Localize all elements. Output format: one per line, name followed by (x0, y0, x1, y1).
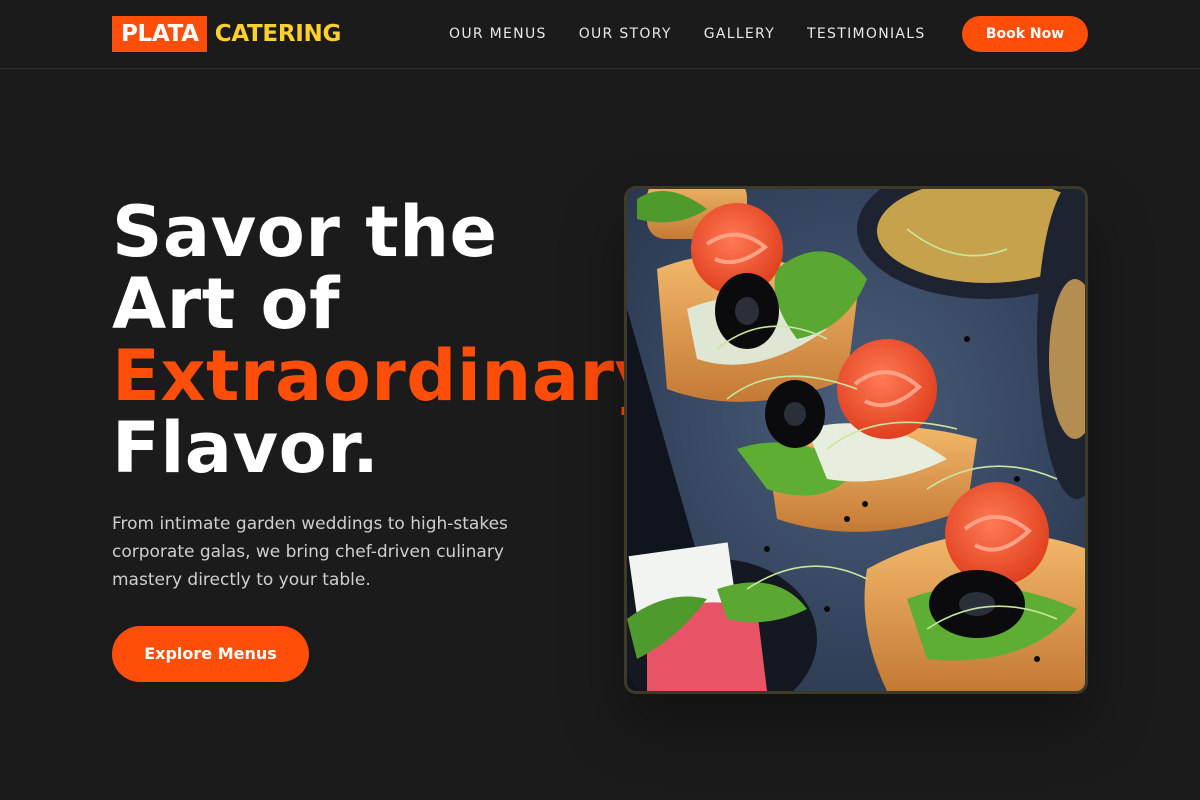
nav-link-our-story[interactable]: OUR STORY (579, 24, 672, 44)
explore-menus-button[interactable]: Explore Menus (112, 626, 309, 682)
canape-photo (627, 189, 1085, 691)
logo-name: CATERING (214, 21, 342, 47)
hero-image (624, 186, 1088, 694)
logo[interactable]: PLATA CATERING (112, 16, 341, 52)
hero-description: From intimate garden weddings to high-st… (112, 514, 508, 590)
nav-link-our-menus[interactable]: OUR MENUS (449, 24, 547, 44)
nav-link-gallery[interactable]: GALLERY (704, 24, 775, 44)
nav-link-testimonials[interactable]: TESTIMONIALS (807, 24, 926, 44)
main-nav: OUR MENUS OUR STORY GALLERY TESTIMONIALS (449, 24, 958, 44)
site-header: PLATA CATERING OUR MENUS OUR STORY GALLE… (0, 0, 1200, 69)
book-now-button[interactable]: Book Now (962, 16, 1088, 52)
logo-badge: PLATA (112, 16, 207, 52)
